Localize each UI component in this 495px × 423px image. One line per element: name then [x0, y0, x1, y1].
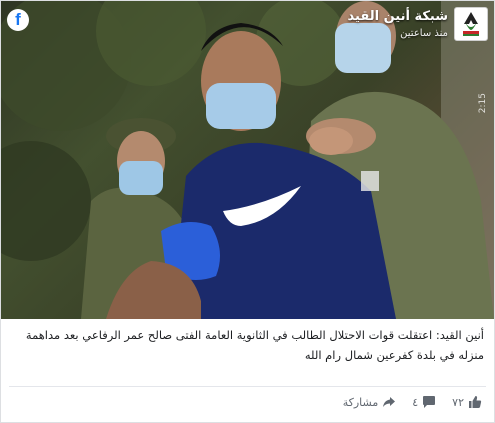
post-photo[interactable]: f شبكة أنين القيد منذ ساعتين 2:15 — [1, 1, 494, 319]
comment-bubble-icon — [422, 395, 436, 409]
share-button[interactable]: مشاركة — [343, 395, 397, 409]
share-label: مشاركة — [342, 395, 379, 409]
video-timestamp: 2:15 — [478, 93, 488, 114]
share-arrow-icon — [382, 395, 396, 409]
facebook-post-card: f شبكة أنين القيد منذ ساعتين 2:15 أنين ا… — [0, 0, 495, 423]
like-button[interactable]: ٧٢ — [452, 395, 482, 409]
page-logo[interactable] — [454, 7, 488, 41]
facebook-icon[interactable]: f — [7, 9, 29, 31]
page-name[interactable]: شبكة أنين القيد — [348, 9, 448, 24]
comment-button[interactable]: ٤ — [412, 395, 436, 409]
divider — [9, 386, 486, 387]
comments-count: ٤ — [412, 395, 419, 409]
thumbs-up-icon — [468, 395, 482, 409]
photo-illustration — [1, 1, 494, 319]
post-time: منذ ساعتين — [400, 28, 448, 39]
likes-count: ٧٢ — [452, 395, 464, 409]
post-caption: أنين القيد: اعتقلت قوات الاحتلال الطالب … — [25, 328, 484, 362]
page-logo-image — [463, 12, 479, 36]
post-actions-bar: ٧٢ ٤ مشاركة — [343, 393, 482, 411]
